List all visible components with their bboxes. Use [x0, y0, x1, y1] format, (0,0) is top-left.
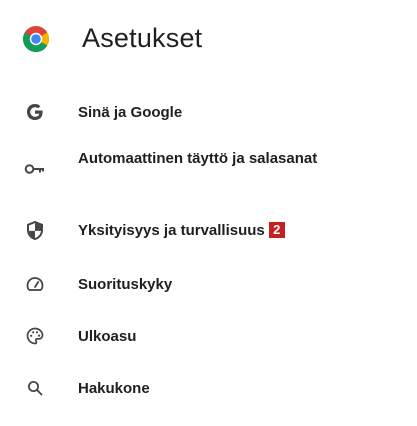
google-g-icon	[24, 101, 46, 123]
menu-item-label-row: Yksityisyys ja turvallisuus 2	[78, 222, 338, 239]
menu-item-label: Automaattinen täyttö ja salasanat	[78, 150, 318, 167]
menu-item-you-and-google[interactable]: Sinä ja Google	[0, 94, 417, 130]
key-icon	[24, 158, 46, 180]
settings-header: Asetukset	[0, 0, 417, 80]
menu-item-search-engine[interactable]: Hakukone	[0, 370, 417, 406]
search-icon	[24, 377, 46, 399]
menu-item-privacy-security[interactable]: Yksityisyys ja turvallisuus 2	[0, 212, 417, 248]
menu-item-label: Hakukone	[78, 380, 150, 397]
menu-item-appearance[interactable]: Ulkoasu	[0, 318, 417, 354]
palette-icon	[24, 325, 46, 347]
notification-badge: 2	[268, 222, 285, 238]
chrome-logo-icon	[22, 25, 50, 53]
menu-item-label: Sinä ja Google	[78, 104, 183, 121]
menu-item-label: Suorituskyky	[78, 276, 173, 293]
shield-icon	[24, 219, 46, 241]
menu-item-performance[interactable]: Suorituskyky	[0, 266, 417, 302]
page-title: Asetukset	[82, 23, 203, 53]
menu-item-autofill-passwords[interactable]: Automaattinen täyttö ja salasanat	[0, 146, 417, 190]
speedometer-icon	[24, 273, 46, 295]
menu-item-label: Ulkoasu	[78, 328, 137, 345]
menu-item-label: Yksityisyys ja turvallisuus	[78, 222, 265, 239]
